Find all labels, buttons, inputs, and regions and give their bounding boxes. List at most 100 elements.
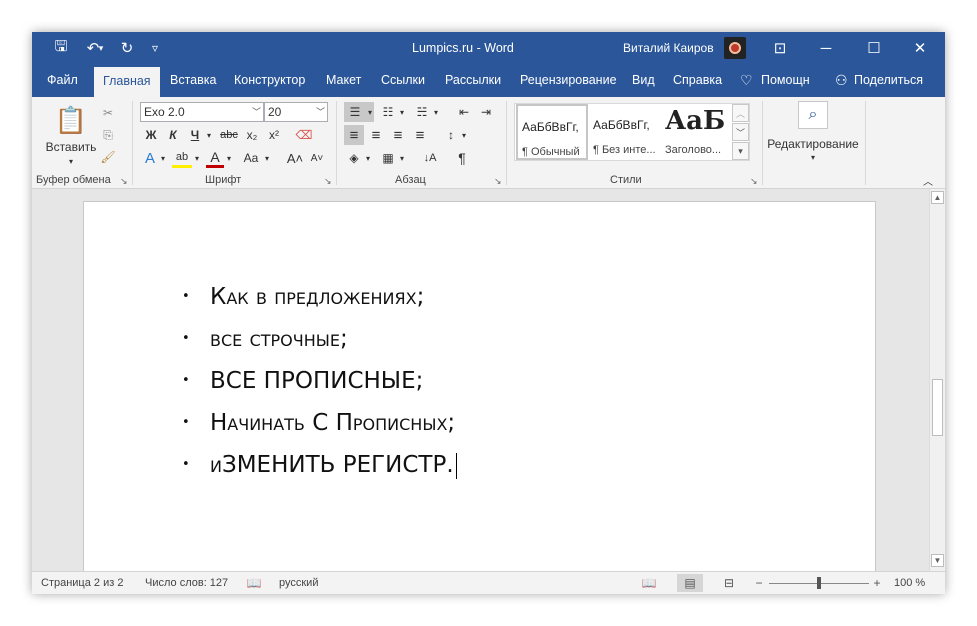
strikethrough-button[interactable]: abc: [217, 125, 241, 145]
pilcrow-icon[interactable]: ¶: [452, 148, 472, 168]
tab-mailings[interactable]: Рассылки: [445, 64, 501, 97]
numbering-button[interactable]: ☷: [378, 102, 398, 122]
borders-dropdown-icon[interactable]: ▾: [398, 148, 406, 168]
multilevel-dropdown-icon[interactable]: ▾: [432, 102, 440, 122]
align-right-button[interactable]: ≡: [388, 125, 408, 145]
collapse-ribbon-icon[interactable]: ︿: [920, 173, 936, 188]
line-spacing-icon[interactable]: ↕: [442, 125, 460, 145]
user-name[interactable]: Виталий Каиров: [623, 41, 714, 55]
text-effects-icon[interactable]: A: [140, 148, 160, 168]
style-no-spacing[interactable]: АаБбВвГг, ¶ Без инте...: [589, 104, 661, 160]
paste-dropdown-icon[interactable]: ▾: [62, 155, 80, 167]
word-count[interactable]: Число слов: 127: [145, 577, 228, 589]
align-center-button[interactable]: ≡: [366, 125, 386, 145]
italic-button[interactable]: К: [164, 125, 182, 145]
bullets-dropdown-icon[interactable]: ▾: [366, 102, 374, 122]
underline-button[interactable]: Ч: [186, 125, 204, 145]
maximize-icon[interactable]: ☐: [851, 32, 897, 64]
justify-button[interactable]: ≡: [410, 125, 430, 145]
zoom-in-button[interactable]: +: [870, 574, 884, 592]
underline-dropdown-icon[interactable]: ▾: [204, 125, 214, 145]
share-icon[interactable]: ⚇: [835, 64, 848, 97]
tab-references[interactable]: Ссылки: [381, 64, 425, 97]
numbering-dropdown-icon[interactable]: ▾: [398, 102, 406, 122]
zoom-out-button[interactable]: −: [752, 574, 766, 592]
vertical-scrollbar[interactable]: ▲ ▼: [929, 189, 945, 571]
font-name-combo[interactable]: Exo 2.0 ﹀: [140, 102, 264, 122]
minimize-icon[interactable]: ─: [803, 32, 849, 64]
close-icon[interactable]: ✕: [897, 32, 943, 64]
tab-insert[interactable]: Вставка: [170, 64, 216, 97]
font-size-combo[interactable]: 20 ﹀: [264, 102, 328, 122]
change-case-button[interactable]: Aa: [240, 148, 262, 168]
share-button[interactable]: Поделиться: [854, 64, 923, 97]
web-layout-icon[interactable]: ⊟: [718, 574, 740, 592]
redo-icon[interactable]: ↻: [112, 32, 142, 64]
tab-layout[interactable]: Макет: [326, 64, 361, 97]
language-indicator[interactable]: русский: [279, 577, 318, 589]
bold-button[interactable]: Ж: [142, 125, 160, 145]
highlight-dropdown-icon[interactable]: ▾: [192, 148, 202, 168]
bullets-button[interactable]: ☰: [344, 102, 366, 122]
print-layout-icon[interactable]: ▤: [677, 574, 703, 592]
save-icon[interactable]: 🖫: [46, 32, 76, 64]
tab-review[interactable]: Рецензирование: [520, 64, 617, 97]
scrollbar-thumb[interactable]: [932, 379, 943, 436]
read-mode-icon[interactable]: 📖: [638, 574, 660, 592]
multilevel-list-button[interactable]: ☵: [412, 102, 432, 122]
font-launcher-icon[interactable]: ↘: [324, 176, 332, 187]
ribbon-display-icon[interactable]: ⊡: [757, 32, 803, 64]
format-painter-icon[interactable]: 🖌: [98, 147, 118, 167]
lightbulb-icon[interactable]: ♡: [740, 64, 753, 97]
increase-indent-icon[interactable]: ⇥: [476, 102, 496, 122]
paste-button[interactable]: Вставить: [44, 140, 98, 154]
cut-icon[interactable]: ✂: [98, 103, 118, 123]
avatar[interactable]: [724, 37, 746, 59]
zoom-level[interactable]: 100 %: [894, 577, 925, 589]
grow-font-button[interactable]: A˄: [286, 148, 304, 168]
editing-dropdown-icon[interactable]: ▾: [804, 152, 822, 162]
customize-qat-icon[interactable]: ▿: [140, 32, 170, 64]
style-normal[interactable]: АаБбВвГг, ¶ Обычный: [516, 104, 588, 160]
tab-tell-me[interactable]: Помощн: [761, 64, 810, 97]
borders-icon[interactable]: ▦: [378, 148, 398, 168]
document-page[interactable]: • Как в предложениях; • все строчные; • …: [83, 201, 876, 571]
tab-help[interactable]: Справка: [673, 64, 722, 97]
superscript-button[interactable]: x²: [264, 125, 284, 145]
sort-icon[interactable]: ↓A: [420, 148, 440, 168]
clipboard-launcher-icon[interactable]: ↘: [120, 176, 128, 187]
clear-formatting-icon[interactable]: ⌫: [294, 125, 314, 145]
copy-icon[interactable]: ⎘: [98, 125, 118, 145]
shading-icon[interactable]: ◈: [344, 148, 364, 168]
style-heading-1[interactable]: АаБ Заголово...: [661, 104, 733, 160]
scroll-up-icon[interactable]: ▲: [931, 191, 944, 204]
subscript-button[interactable]: x₂: [242, 125, 262, 145]
line-spacing-dropdown-icon[interactable]: ▾: [460, 125, 468, 145]
paragraph-launcher-icon[interactable]: ↘: [494, 176, 502, 187]
tab-design[interactable]: Конструктор: [234, 64, 305, 97]
styles-more-icon[interactable]: ▾: [732, 142, 749, 160]
undo-dropdown-icon[interactable]: ▾: [94, 32, 108, 64]
tab-home[interactable]: Главная: [94, 67, 160, 97]
change-case-dropdown-icon[interactable]: ▾: [262, 148, 272, 168]
decrease-indent-icon[interactable]: ⇤: [454, 102, 474, 122]
font-color-icon[interactable]: A: [206, 148, 224, 168]
text-effects-dropdown-icon[interactable]: ▾: [158, 148, 168, 168]
align-left-button[interactable]: ≡: [344, 125, 364, 145]
shading-dropdown-icon[interactable]: ▾: [364, 148, 372, 168]
page-count[interactable]: Страница 2 из 2: [41, 577, 123, 589]
tab-view[interactable]: Вид: [632, 64, 655, 97]
styles-scroll-up-icon[interactable]: ︿: [732, 104, 749, 122]
proofing-icon[interactable]: 📖: [245, 574, 263, 592]
shrink-font-button[interactable]: A˅: [308, 148, 326, 168]
zoom-slider-thumb[interactable]: [817, 577, 821, 589]
search-icon[interactable]: ⌕: [798, 101, 828, 129]
editing-button[interactable]: Редактирование: [766, 137, 860, 151]
scroll-down-icon[interactable]: ▼: [931, 554, 944, 567]
styles-launcher-icon[interactable]: ↘: [750, 176, 758, 187]
font-color-dropdown-icon[interactable]: ▾: [224, 148, 234, 168]
tab-file[interactable]: Файл: [47, 64, 78, 97]
styles-scroll-down-icon[interactable]: ﹀: [732, 123, 749, 141]
highlight-icon[interactable]: ab: [172, 148, 192, 168]
paste-icon[interactable]: 📋: [54, 103, 88, 137]
